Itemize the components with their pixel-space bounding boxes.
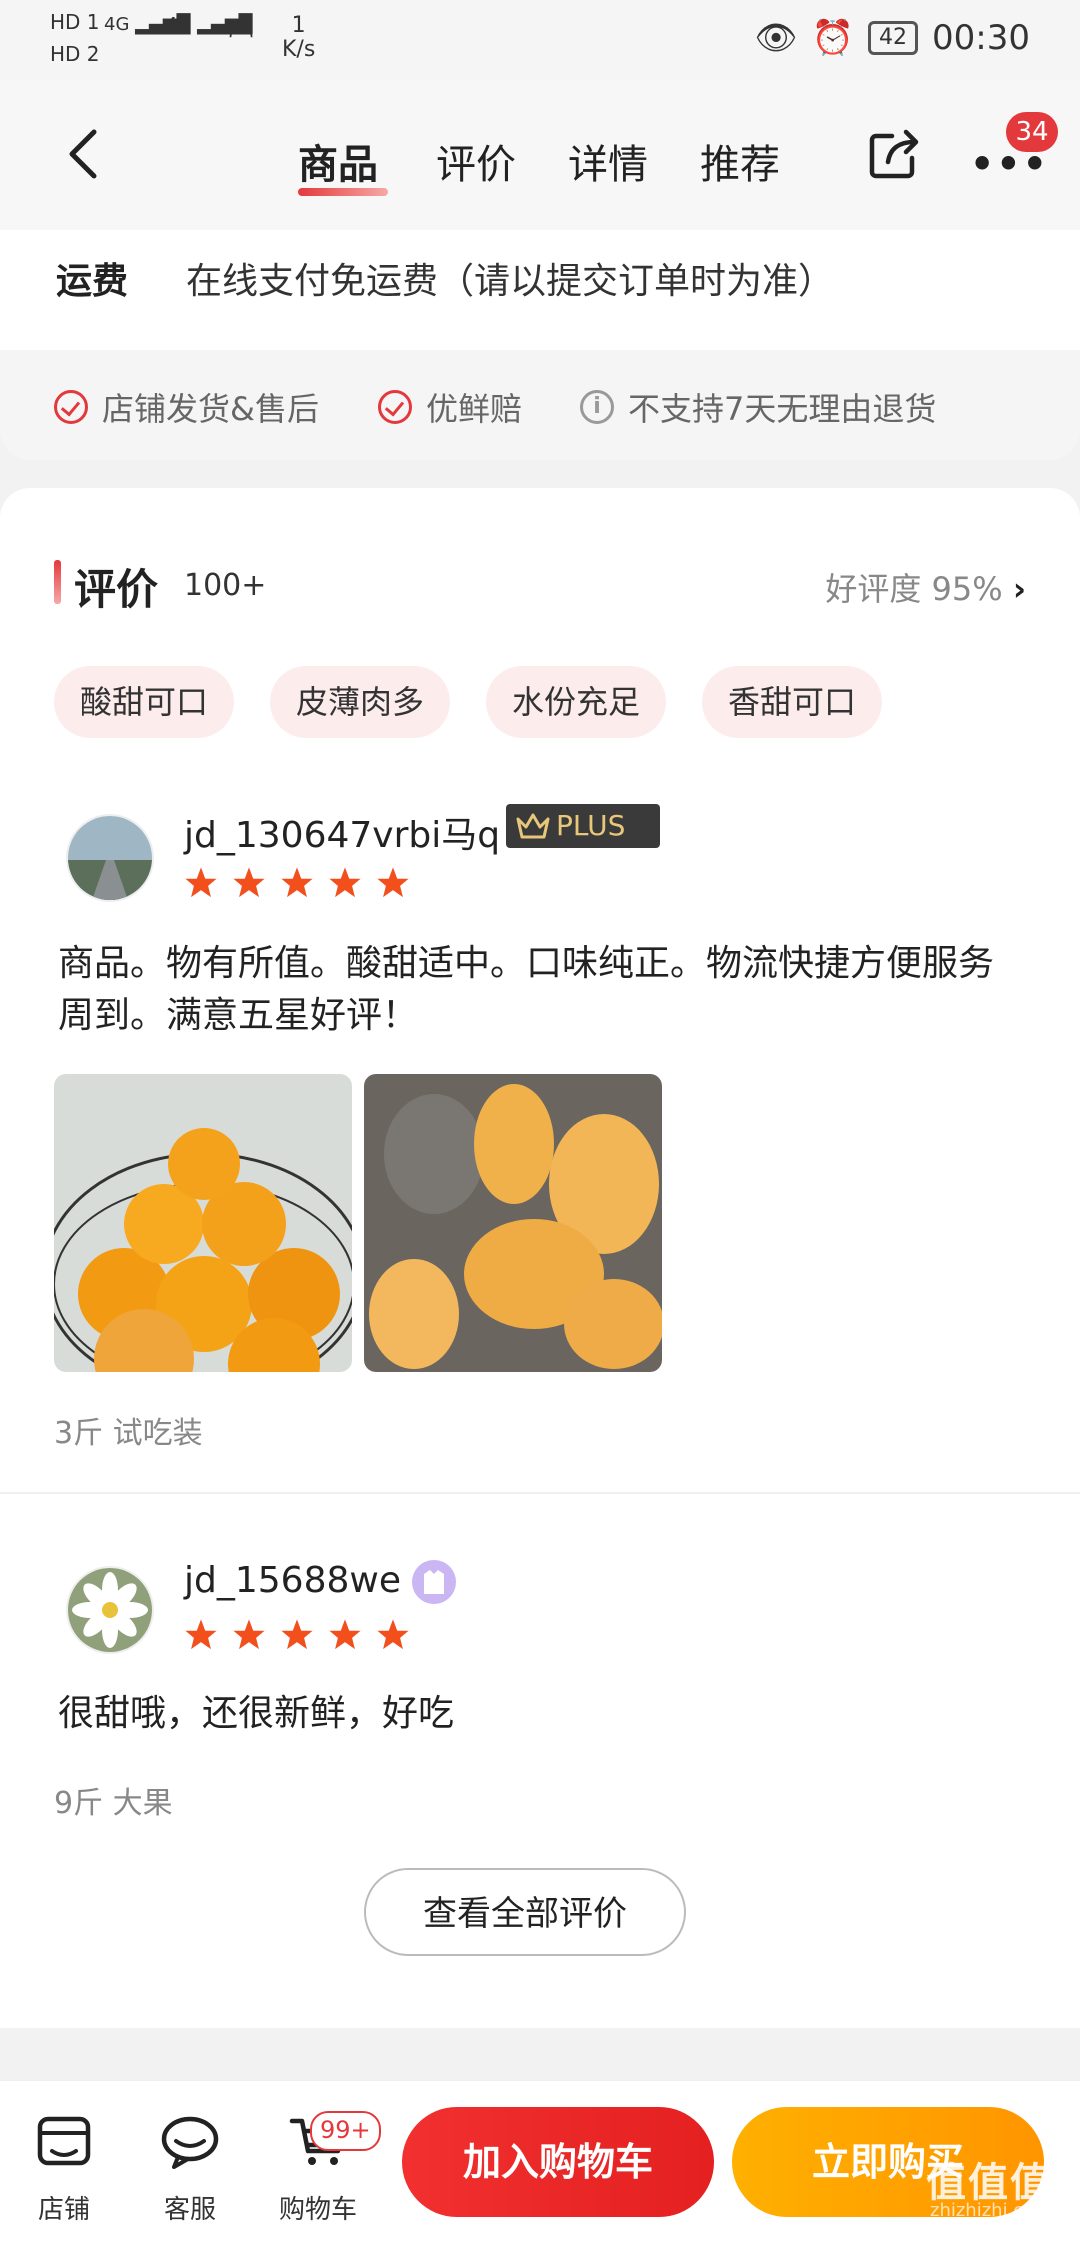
review-tag[interactable]: 香甜可口 — [702, 666, 883, 738]
review-tag[interactable]: 水份充足 — [486, 666, 667, 738]
plus-label: PLUS — [556, 809, 626, 842]
divider — [0, 1492, 1080, 1494]
service-item: 店铺发货&售后 — [54, 384, 319, 430]
back-arrow-icon[interactable] — [56, 126, 112, 182]
shipping-label: 运费 — [56, 261, 129, 302]
cart-label: 购物车 — [278, 2195, 357, 2225]
reviews-count: 100+ — [184, 568, 267, 603]
tab-product[interactable]: 商品 — [298, 132, 378, 190]
add-to-cart-button[interactable]: 加入购物车 — [402, 2107, 714, 2217]
check-circle-icon — [54, 390, 88, 424]
plus-member-badge: PLUS — [506, 804, 660, 848]
tab-indicator — [298, 188, 388, 196]
tab-reviews[interactable]: 评价 — [436, 132, 516, 190]
message-badge: 34 — [1006, 112, 1058, 152]
review-text: 很甜哦，还很新鲜，好吃 — [58, 1693, 455, 1734]
share-icon[interactable] — [866, 126, 922, 182]
alarm-icon: ⏰ — [811, 18, 855, 58]
review-username: jd_130647vrbi马q — [184, 815, 501, 856]
service-item: i 不支持7天无理由退货 — [580, 384, 936, 430]
star-icon — [377, 867, 409, 898]
wifi-icon: ◠ — [228, 18, 255, 53]
review-spec: 3斤 试吃装 — [54, 1416, 203, 1451]
net-speed: 1 K/s — [282, 14, 315, 62]
star-icon — [233, 867, 265, 898]
service-row[interactable]: 店铺发货&售后 优鲜赔 i 不支持7天无理由退货 — [0, 350, 1080, 460]
net2-label: 4G — [166, 14, 192, 35]
star-icon — [377, 1619, 409, 1650]
net-speed-unit: K/s — [282, 37, 316, 62]
star-icon — [281, 867, 313, 898]
star-icon — [185, 867, 217, 898]
service-label: 不支持7天无理由退货 — [628, 390, 937, 428]
star-icon — [329, 867, 361, 898]
review-tags: 酸甜可口 皮薄肉多 水份充足 香甜可口 — [54, 666, 883, 738]
shipping-row: 运费 在线支付免运费（请以提交订单时为准） — [0, 230, 1080, 350]
clock: 00:30 — [932, 18, 1030, 58]
star-icon — [281, 1619, 313, 1650]
avatar — [66, 1566, 154, 1654]
avatar — [66, 814, 154, 902]
reviews-card: 评价 100+ 好评度 95% › 酸甜可口 皮薄肉多 水份充足 香甜可口 jd… — [0, 488, 1080, 2028]
shipping-text: 在线支付免运费（请以提交订单时为准） — [186, 261, 835, 302]
sim-indicators: HD 1 HD 2 — [50, 10, 100, 66]
chevron-right-icon: › — [1012, 570, 1026, 608]
review-photo[interactable] — [54, 1074, 352, 1372]
eye-icon: 👁 — [754, 18, 798, 58]
star-icon — [185, 1619, 217, 1650]
star-icon — [329, 1619, 361, 1650]
shop-icon[interactable] — [34, 2111, 94, 2171]
star-icon — [233, 1619, 265, 1650]
tab-details[interactable]: 详情 — [568, 132, 648, 190]
top-nav: 商品 评价 详情 推荐 ••• 34 — [0, 80, 1080, 230]
crown-icon — [516, 813, 550, 839]
reviews-title: 评价 — [74, 565, 159, 614]
sim2-label: HD 2 — [50, 42, 100, 66]
tab-recommend[interactable]: 推荐 — [700, 132, 780, 190]
service-label: 店铺发货&售后 — [102, 390, 319, 428]
net-speed-value: 1 — [291, 13, 306, 38]
watermark-url: zhizhizhi.com — [930, 2200, 1052, 2221]
review-photo[interactable] — [364, 1074, 662, 1372]
info-circle-icon: i — [580, 390, 614, 424]
view-all-reviews-button[interactable]: 查看全部评价 — [364, 1868, 686, 1956]
review-tag[interactable]: 酸甜可口 — [54, 666, 235, 738]
service-label: 优鲜赔 — [426, 390, 523, 428]
status-right: 👁 ⏰ 42 00:30 — [755, 18, 1031, 58]
check-circle-icon — [378, 390, 412, 424]
review-text: 商品。物有所值。酸甜适中。口味纯正。物流快捷方便服务周到。满意五星好评！ — [58, 943, 995, 1036]
bottom-action-bar: 店铺 客服 99+ 购物车 加入购物车 立即购买 — [0, 2080, 1080, 2241]
positive-rate-link[interactable]: 好评度 95% › — [825, 564, 1026, 610]
section-accent-bar — [54, 560, 61, 604]
review-username: jd_15688we — [184, 1560, 401, 1601]
positive-rate: 好评度 95% — [825, 570, 1003, 608]
rating-stars — [184, 866, 410, 900]
cart-badge: 99+ — [310, 2111, 381, 2151]
shop-label: 店铺 — [37, 2195, 90, 2225]
sim1-label: HD 1 — [50, 10, 100, 34]
member-level-icon — [412, 1560, 456, 1604]
service-item: 优鲜赔 — [378, 384, 522, 430]
rating-stars — [184, 1618, 410, 1652]
battery-icon: 42 — [868, 21, 919, 55]
review-tag[interactable]: 皮薄肉多 — [270, 666, 451, 738]
review-spec: 9斤 大果 — [54, 1786, 173, 1821]
service-label: 客服 — [163, 2195, 216, 2225]
status-bar: HD 1 HD 2 4G ▂▄▆█ 4G ▂▄▆█ ◠ 1 K/s 👁 ⏰ 42… — [0, 0, 1080, 80]
net1-label: 4G — [104, 14, 130, 35]
customer-service-icon[interactable] — [160, 2111, 220, 2171]
